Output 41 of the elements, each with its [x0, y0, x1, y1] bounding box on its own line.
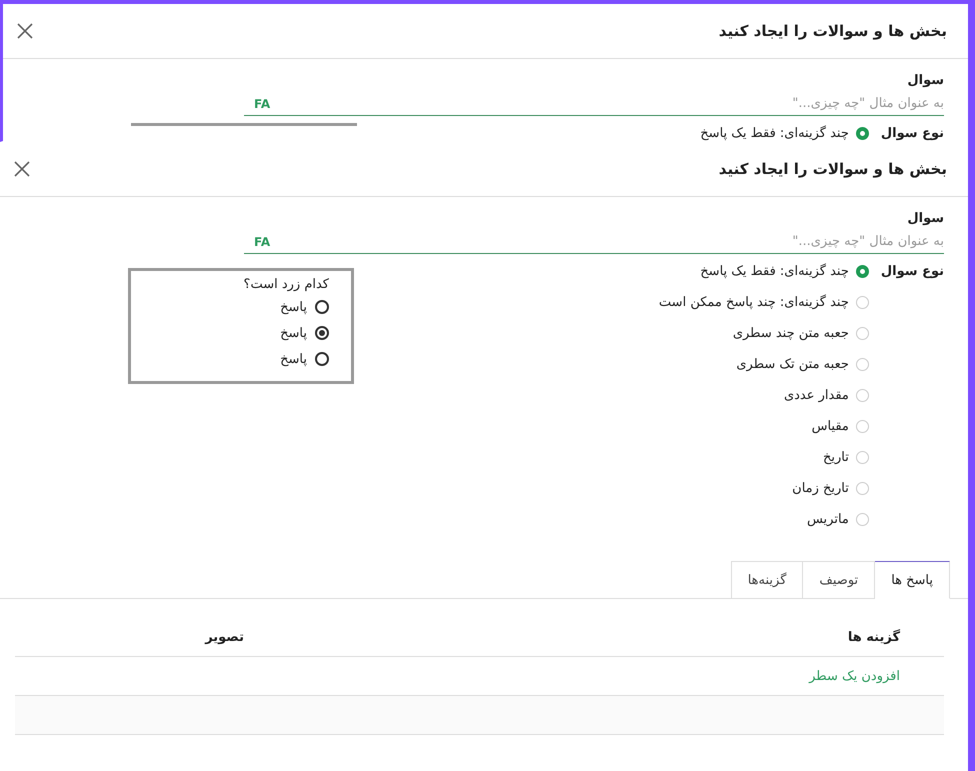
radio-button[interactable] — [856, 420, 869, 433]
radio-button[interactable] — [856, 513, 869, 526]
preview-answer: پاسخ — [280, 352, 307, 366]
close-button[interactable] — [12, 159, 32, 179]
radio-button[interactable] — [856, 451, 869, 464]
question-type-option[interactable]: چند گزینه‌ای: چند پاسخ ممکن است — [658, 287, 869, 318]
radio-button[interactable] — [856, 127, 869, 140]
radio-button[interactable] — [856, 389, 869, 402]
close-icon — [17, 23, 33, 39]
preview-answer: پاسخ — [280, 300, 307, 314]
question-label: سوال — [906, 211, 944, 226]
question-type-option[interactable]: تاریخ — [823, 442, 869, 473]
question-type-option[interactable]: جعبه متن چند سطری — [732, 318, 869, 349]
preview-answer: پاسخ — [280, 326, 307, 340]
radio-button[interactable] — [856, 482, 869, 495]
question-type-option[interactable]: مقیاس — [812, 411, 869, 442]
add-line-link[interactable]: افزودن یک سطر — [809, 668, 944, 684]
question-label: سوال — [906, 73, 944, 88]
tab[interactable]: گزینه‌ها — [730, 561, 804, 598]
dialog-title: بخش ها و سوالات را ایجاد کنید — [718, 160, 947, 178]
radio-button[interactable] — [856, 327, 869, 340]
radio-button[interactable] — [856, 265, 869, 278]
question-type-option[interactable]: ماتریس — [806, 504, 869, 535]
question-type-label: نوع سوال — [880, 263, 944, 281]
language-badge[interactable]: FA — [254, 96, 270, 110]
question-type-option[interactable]: چند گزینه‌ای: فقط یک پاسخ — [700, 256, 869, 287]
question-type-option[interactable]: مقدار عددی — [784, 380, 869, 411]
dialog-title: بخش ها و سوالات را ایجاد کنید — [718, 22, 947, 40]
column-header: تصویر — [205, 630, 244, 644]
column-header: گزینه ها — [846, 630, 901, 644]
close-button[interactable] — [15, 21, 35, 41]
tab[interactable]: توصیف — [803, 561, 876, 598]
question-type-label: نوع سوال — [880, 125, 944, 141]
close-icon — [14, 161, 30, 177]
radio-button[interactable] — [856, 358, 869, 371]
question-type-option[interactable]: جعبه متن تک سطری — [736, 349, 869, 380]
language-badge[interactable]: FA — [254, 234, 270, 248]
tab[interactable]: پاسخ ها — [875, 561, 950, 599]
preview-question: کدام زرد است؟ — [244, 277, 329, 292]
radio-button[interactable] — [856, 296, 869, 309]
question-type-option[interactable]: تاریخ زمان — [792, 473, 869, 504]
